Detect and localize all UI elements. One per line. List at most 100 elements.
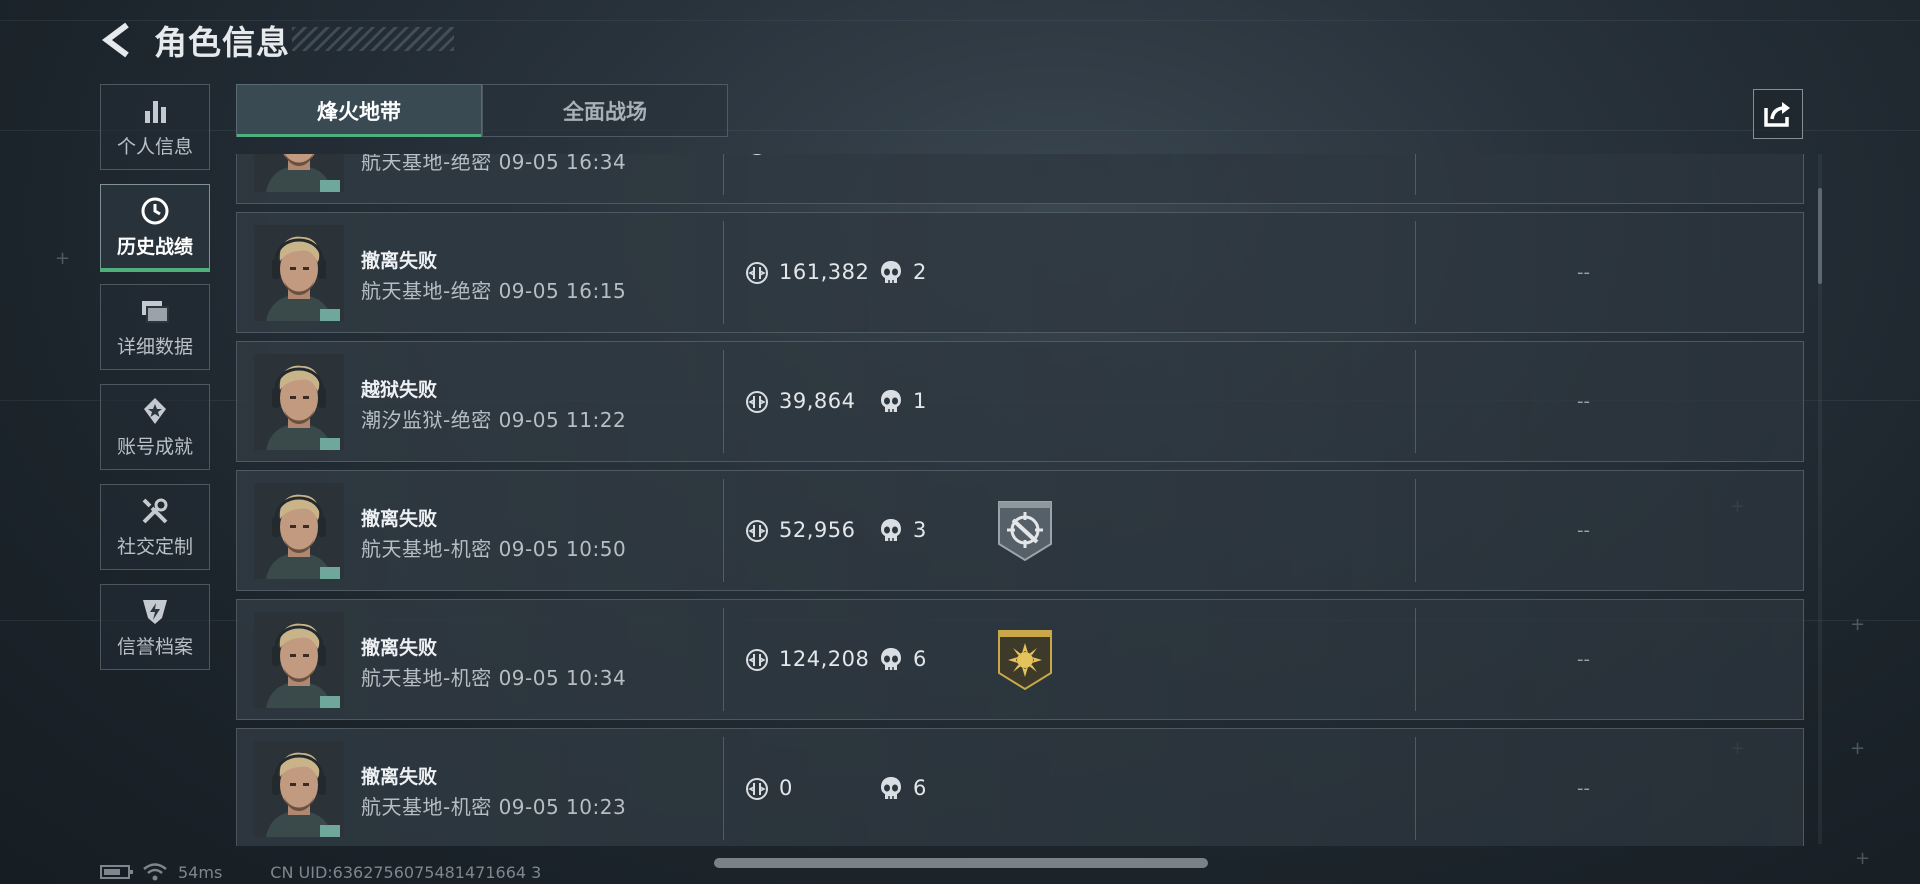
match-map-time: 航天基地-机密 09-05 10:34 (361, 666, 627, 690)
match-result: 撤离失败 (361, 250, 438, 272)
ping-text: 54ms (178, 862, 223, 882)
match-row[interactable]: 撤离失败 航天基地-机密 09-05 10:23 0 6 -- (236, 728, 1804, 846)
match-result: 撤离失败 (361, 508, 438, 530)
skull-kills-icon (880, 154, 902, 157)
value-coin-icon (745, 648, 769, 672)
match-kills: 1 (913, 389, 927, 413)
shield-bolt-icon (140, 596, 170, 626)
match-extra: -- (1577, 262, 1590, 283)
tab-full-battlefield[interactable]: 全面战场 (482, 84, 728, 137)
match-row[interactable]: 撤离失败 航天基地-机密 09-05 10:34 124,208 6 -- (236, 599, 1804, 720)
match-result: 撤离失败 (361, 766, 438, 788)
operator-avatar (254, 354, 344, 450)
tools-icon (140, 496, 170, 526)
header: 角色信息 (98, 18, 290, 62)
match-map-time: 航天基地-机密 09-05 10:23 (361, 795, 627, 819)
match-kills: 2 (913, 154, 926, 155)
operator-avatar (254, 154, 344, 192)
mode-tabs: 烽火地带 全面战场 (236, 84, 728, 137)
match-kills: 2 (913, 260, 927, 284)
value-coin-icon (745, 519, 769, 543)
row-divider (1415, 479, 1416, 582)
sidebar-item-social-custom[interactable]: 社交定制 (100, 484, 210, 570)
wifi-icon (143, 863, 167, 881)
gold-star-badge-icon[interactable] (997, 629, 1053, 691)
home-indicator[interactable] (714, 858, 1208, 868)
row-divider (1415, 608, 1416, 711)
folders-icon (140, 296, 170, 326)
scrollbar-thumb[interactable] (1818, 188, 1822, 284)
match-map-time: 航天基地-绝密 09-05 16:34 (361, 154, 627, 174)
sidebar-item-label: 信誉档案 (116, 635, 193, 658)
value-coin-icon (745, 261, 769, 285)
sidebar: 个人信息 历史战绩 详细数据 账号成就 社交定制 信誉档案 (100, 84, 212, 684)
sidebar-item-label: 详细数据 (116, 335, 193, 358)
status-bar: 54ms CN UID:6362756075481471664 3 (100, 862, 541, 882)
match-row[interactable]: 越狱失败 潮汐监狱-绝密 09-05 11:22 39,864 1 -- (236, 341, 1804, 462)
skull-kills-icon (880, 518, 902, 544)
back-arrow-icon[interactable] (98, 18, 136, 62)
sidebar-item-label: 个人信息 (116, 135, 193, 158)
match-extra: -- (1577, 520, 1590, 541)
share-export-icon (1764, 102, 1790, 127)
match-row[interactable]: 撤离失败 航天基地-机密 09-05 10:50 52,956 3 -- (236, 470, 1804, 591)
sidebar-item-personal-info[interactable]: 个人信息 (100, 84, 210, 170)
value-coin-icon (745, 777, 769, 801)
tab-hazard-zone[interactable]: 烽火地带 (236, 84, 482, 137)
match-result: 撤离失败 (361, 637, 438, 659)
history-clock-icon (140, 196, 170, 226)
row-divider (723, 154, 724, 195)
title-stripes (292, 27, 454, 51)
match-kills: 6 (913, 647, 927, 671)
row-divider (1415, 154, 1416, 195)
match-extra: -- (1577, 778, 1590, 799)
value-coin-icon (745, 154, 769, 156)
row-divider (1415, 737, 1416, 840)
match-result: 越狱失败 (361, 379, 438, 401)
share-button[interactable] (1753, 89, 1803, 139)
match-kills: 3 (913, 518, 927, 542)
skull-kills-icon (880, 647, 902, 673)
row-divider (723, 737, 724, 840)
medal-icon (140, 396, 170, 426)
sidebar-item-credit-record[interactable]: 信誉档案 (100, 584, 210, 670)
match-value: 124,208 (779, 647, 870, 671)
match-row[interactable]: 撤离失败 航天基地-绝密 09-05 16:15 161,382 2 -- (236, 212, 1804, 333)
operator-avatar (254, 483, 344, 579)
skull-kills-icon (880, 389, 902, 415)
operator-avatar (254, 612, 344, 708)
row-divider (723, 350, 724, 453)
match-map-time: 航天基地-机密 09-05 10:50 (361, 537, 627, 561)
sidebar-item-match-history[interactable]: 历史战绩 (100, 184, 210, 272)
sidebar-item-achievements[interactable]: 账号成就 (100, 384, 210, 470)
match-value: 1,265,253 (779, 154, 890, 155)
match-list: 撤离失败 航天基地-绝密 09-05 16:34 1,265,253 2 -- … (236, 154, 1808, 846)
sidebar-item-label: 历史战绩 (116, 235, 193, 258)
crosshair-badge-icon[interactable] (997, 500, 1053, 562)
row-divider (723, 221, 724, 324)
match-extra: -- (1577, 391, 1590, 412)
operator-avatar (254, 225, 344, 321)
match-value: 52,956 (779, 518, 856, 542)
skull-kills-icon (880, 776, 902, 802)
page-title: 角色信息 (154, 23, 290, 62)
match-value: 161,382 (779, 260, 870, 284)
match-row[interactable]: 撤离失败 航天基地-绝密 09-05 16:34 1,265,253 2 -- (236, 154, 1804, 204)
match-extra: -- (1577, 649, 1590, 670)
sidebar-item-label: 账号成就 (116, 435, 193, 458)
match-map-time: 航天基地-绝密 09-05 16:15 (361, 279, 627, 303)
match-value: 39,864 (779, 389, 856, 413)
row-divider (723, 608, 724, 711)
sidebar-item-label: 社交定制 (116, 535, 193, 558)
row-divider (1415, 221, 1416, 324)
bar-chart-icon (140, 96, 170, 126)
match-map-time: 潮汐监狱-绝密 09-05 11:22 (361, 408, 627, 432)
sidebar-item-detailed-data[interactable]: 详细数据 (100, 284, 210, 370)
row-divider (1415, 350, 1416, 453)
row-divider (723, 479, 724, 582)
match-kills: 6 (913, 776, 927, 800)
battery-icon (100, 865, 133, 879)
uid-text: CN UID:6362756075481471664 3 (270, 862, 542, 882)
operator-avatar (254, 741, 344, 837)
skull-kills-icon (880, 260, 902, 286)
